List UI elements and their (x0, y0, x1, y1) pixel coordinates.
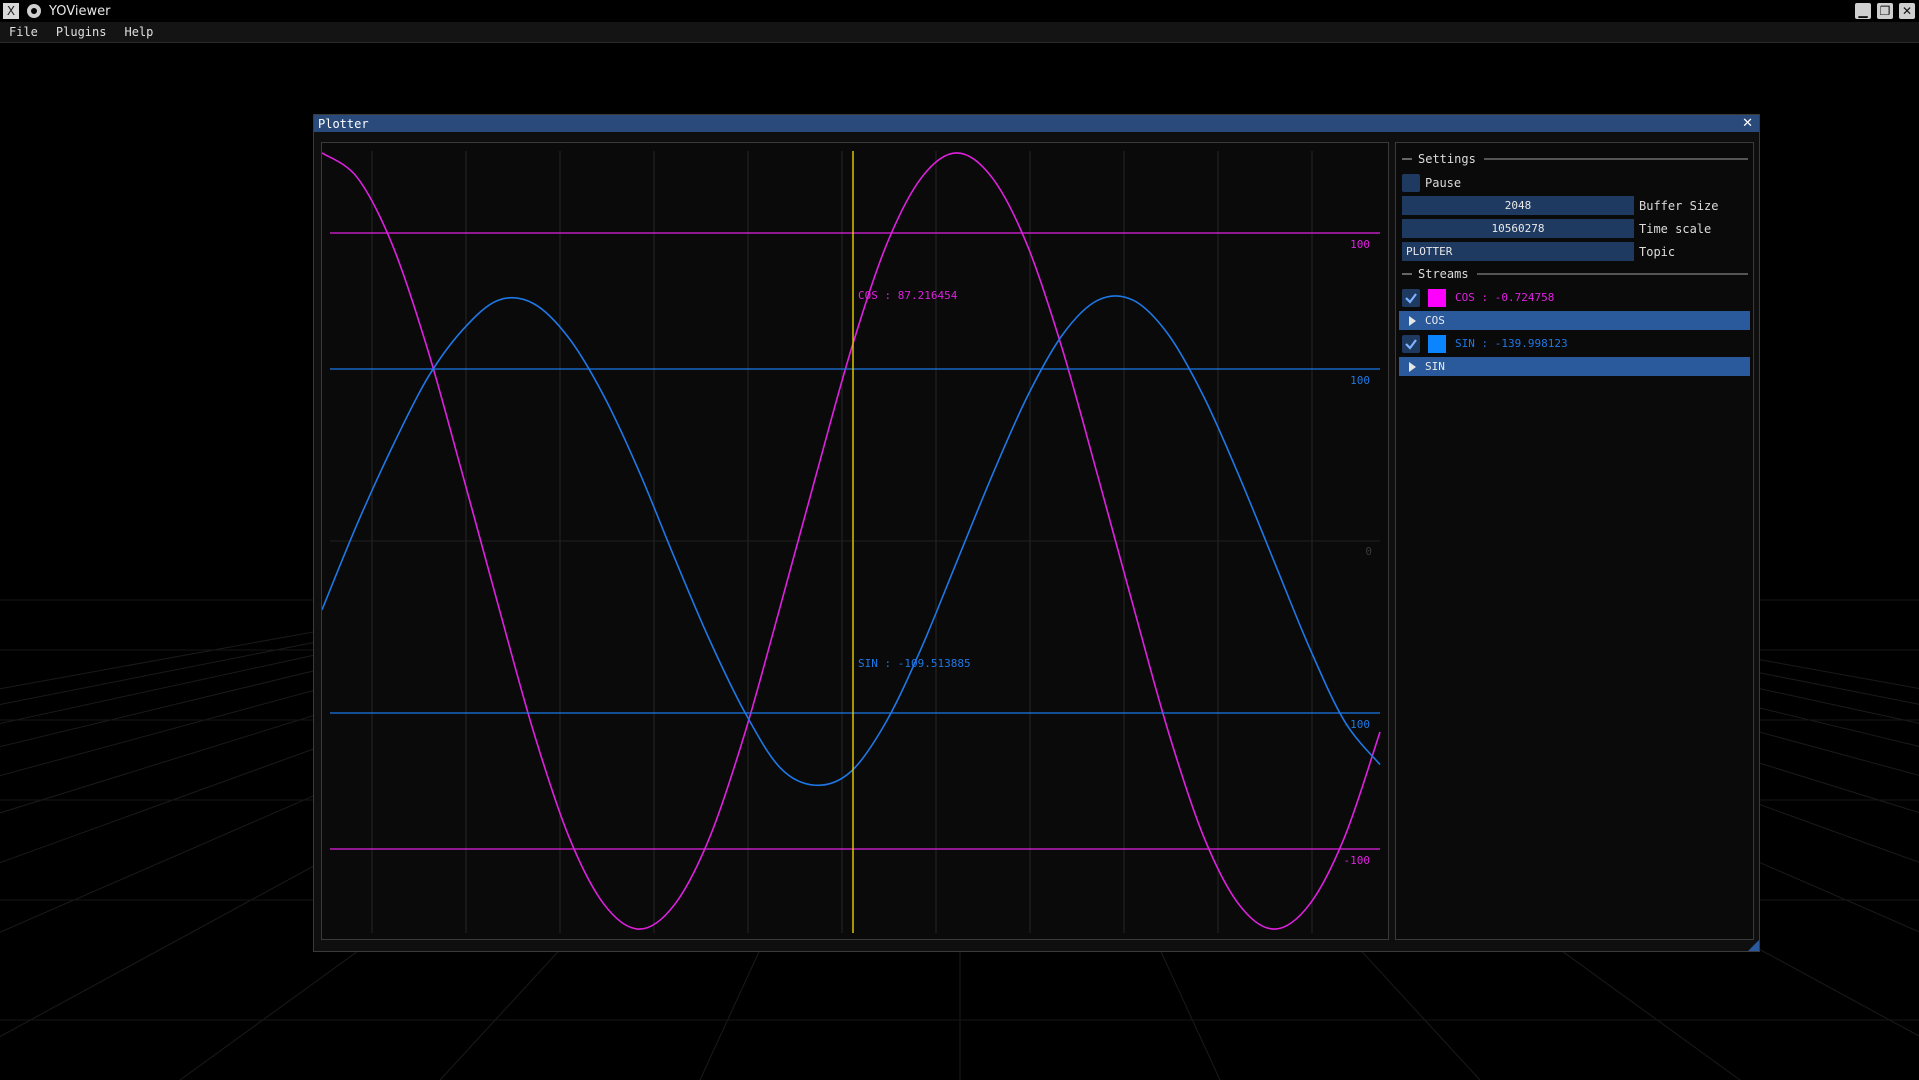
os-title-bar: X YOViewer ▁ ❐ ✕ (0, 0, 1919, 22)
pin-icon[interactable] (27, 4, 41, 18)
checkmark-icon (1405, 292, 1417, 304)
plot-cursor-readout-sin: SIN : -109.513885 (858, 657, 971, 670)
x-app-icon[interactable]: X (3, 3, 19, 19)
topic-label: Topic (1639, 244, 1676, 259)
menu-plugins[interactable]: Plugins (47, 22, 116, 42)
checkmark-icon (1405, 338, 1417, 350)
expand-arrow-icon (1409, 315, 1416, 326)
menu-help[interactable]: Help (115, 22, 162, 42)
topic-row: PLOTTER Topic (1402, 242, 1675, 261)
plot-cursor-readout-cos: COS : 87.216454 (858, 289, 958, 302)
stream-row-cos: COS : -0.724758 (1402, 288, 1554, 307)
pause-row: Pause (1402, 173, 1461, 192)
pause-label: Pause (1425, 175, 1462, 190)
close-icon[interactable]: ✕ (1742, 116, 1753, 131)
plotter-title: Plotter (318, 116, 369, 131)
time-scale-label: Time scale (1639, 221, 1712, 236)
pause-checkbox[interactable] (1402, 173, 1420, 192)
plot-zero-label: 0 (1365, 545, 1372, 558)
resize-grip[interactable] (1748, 940, 1759, 951)
minimize-icon[interactable]: ▁ (1855, 3, 1871, 19)
settings-header-label: Settings (1418, 152, 1476, 166)
stream-sin-checkbox[interactable] (1402, 334, 1420, 353)
expand-arrow-icon (1409, 361, 1416, 372)
stream-cos-color-swatch[interactable] (1428, 288, 1446, 307)
plotter-window[interactable]: Plotter ✕ 0 100 -100 100 -100 COS : 87.216454… (313, 114, 1760, 952)
collapse-dash-icon (1402, 158, 1412, 160)
stream-cos-value: COS : -0.724758 (1455, 291, 1555, 304)
buffer-size-row: 2048 Buffer Size (1402, 196, 1718, 215)
stream-sin-name: SIN (1425, 360, 1445, 373)
stream-sin-color-swatch[interactable] (1428, 334, 1446, 353)
stream-cos-name: COS (1425, 314, 1445, 327)
plot-area[interactable]: 0 100 -100 100 -100 COS : 87.216454 SIN : -109… (321, 142, 1389, 940)
stream-cos-checkbox[interactable] (1402, 288, 1420, 307)
collapse-dash-icon (1402, 273, 1412, 275)
plotter-title-bar[interactable]: Plotter ✕ (314, 115, 1759, 132)
stream-row-sin: SIN : -139.998123 (1402, 334, 1568, 353)
restore-icon[interactable]: ❐ (1877, 3, 1893, 19)
menu-file[interactable]: File (0, 22, 47, 42)
header-divider (1483, 158, 1748, 160)
settings-header[interactable]: Settings (1402, 151, 1748, 167)
time-scale-slider[interactable]: 10560278 (1402, 219, 1634, 238)
streams-header[interactable]: Streams (1402, 266, 1748, 282)
time-scale-row: 10560278 Time scale (1402, 219, 1711, 238)
side-panel: Settings Pause 2048 Buffer Size 10560278… (1395, 142, 1754, 940)
plot-ref-label-cos-lower: -100 (1344, 854, 1371, 867)
close-icon[interactable]: ✕ (1899, 3, 1915, 19)
stream-sin-tree-node[interactable]: SIN (1399, 357, 1750, 376)
os-window-title: YOViewer (49, 3, 111, 19)
stream-cos-tree-node[interactable]: COS (1399, 311, 1750, 330)
header-divider (1476, 273, 1748, 275)
plot-ref-label-cos-upper: 100 (1350, 238, 1370, 251)
plot-canvas[interactable]: 0100-100100-100COS : 87.216454SIN : -109… (322, 143, 1388, 939)
streams-header-label: Streams (1418, 267, 1469, 281)
topic-input[interactable]: PLOTTER (1402, 242, 1634, 261)
stream-sin-value: SIN : -139.998123 (1455, 337, 1568, 350)
menu-bar: File Plugins Help (0, 22, 1919, 43)
buffer-size-label: Buffer Size (1639, 198, 1719, 213)
plot-ref-label-sin-upper: 100 (1350, 374, 1370, 387)
buffer-size-input[interactable]: 2048 (1402, 196, 1634, 215)
